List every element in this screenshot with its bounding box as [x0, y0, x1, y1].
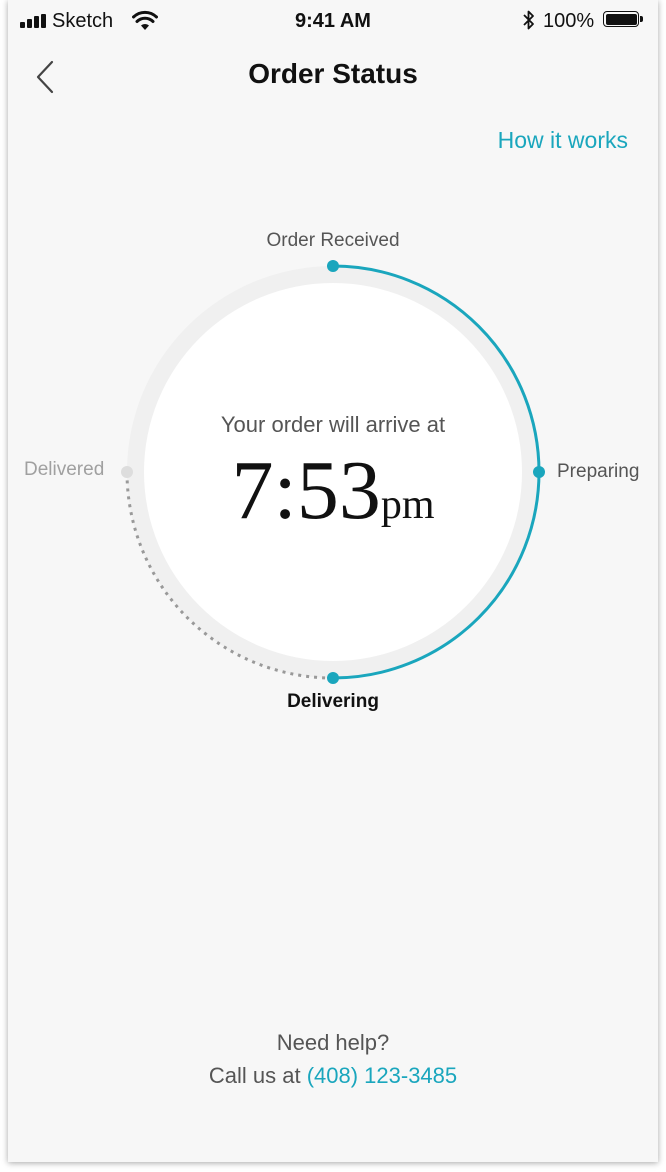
arrival-time: 7:53pm [8, 442, 658, 539]
step-dot-order-received [327, 260, 339, 272]
phone-screen: Sketch 9:41 AM 100% Order Status How it … [8, 0, 658, 1162]
order-progress-dial [121, 260, 545, 684]
call-line: Call us at (408) 123-3485 [8, 1063, 658, 1089]
arrival-caption: Your order will arrive at [220, 412, 446, 437]
help-heading: Need help? [276, 1030, 390, 1055]
arrival-time-ampm: pm [380, 482, 435, 528]
arrival-time-value: 7:53 [231, 444, 381, 537]
step-dot-delivering [327, 672, 339, 684]
step-label-delivering: Delivering [287, 691, 379, 712]
step-label-order-received: Order Received [266, 230, 400, 251]
phone-number-link[interactable]: (408) 123-3485 [307, 1063, 457, 1088]
call-prefix: Call us at [208, 1063, 301, 1088]
